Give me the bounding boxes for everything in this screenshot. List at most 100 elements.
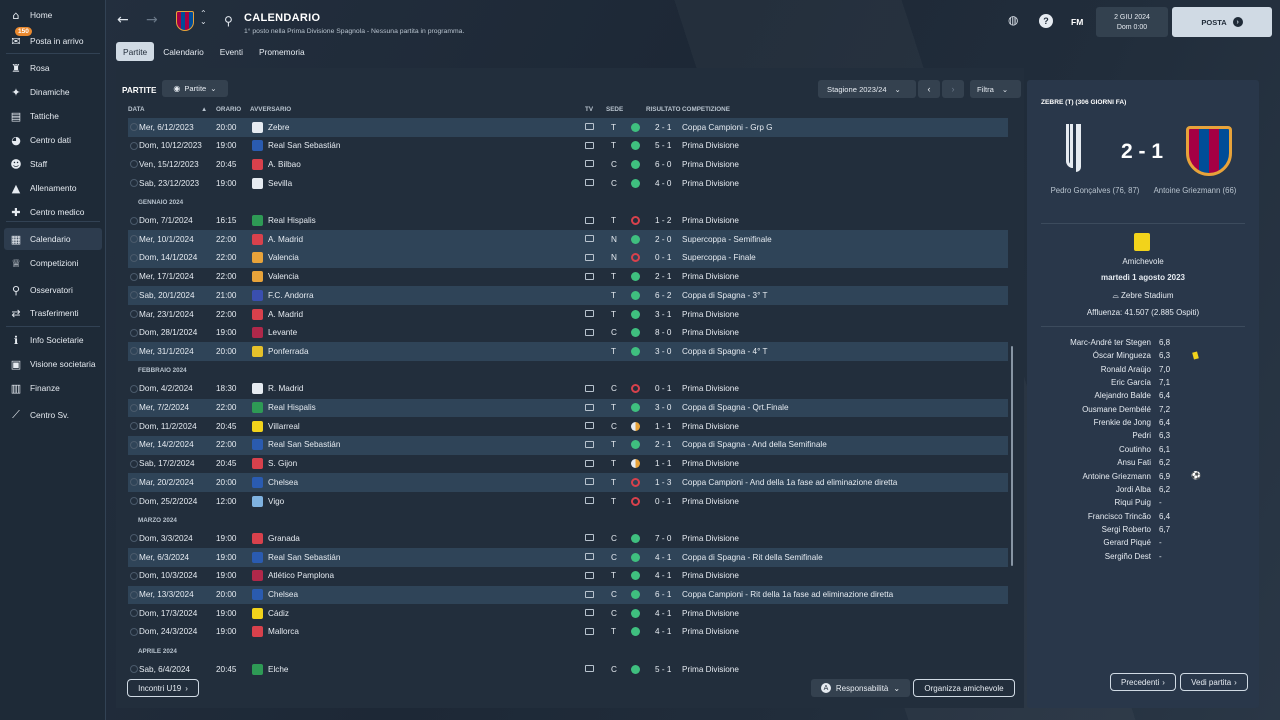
fixture-row[interactable]: Dom, 10/12/2023 19:00 Real San Sebastián T 5… [128,137,1008,156]
player-rating-row[interactable]: Eric García 7,1 [1041,378,1245,391]
select-checkbox[interactable] [130,160,138,169]
fixture-row[interactable]: Dom, 10/3/2024 19:00 Atlético Pamplona T 4 -… [128,567,1008,586]
opponent-name[interactable]: Granada [268,534,300,543]
select-checkbox[interactable] [130,478,138,487]
globe-icon[interactable]: ◍ [1008,13,1018,27]
col-opponent[interactable]: AVVERSARIO [250,106,291,113]
player-rating-row[interactable]: Francisco Trincão 6,4 [1041,512,1245,525]
fixture-row[interactable]: Dom, 25/2/2024 12:00 Vigo T 0 - 1 Prima Divis… [128,492,1008,511]
fixture-row[interactable]: Mer, 10/1/2024 22:00 A. Madrid N 2 - 0 Superc… [128,230,1008,249]
sidebar-item-osservatori[interactable]: ⚲ Osservatori [4,279,102,301]
opponent-name[interactable]: Real San Sebastián [268,440,340,449]
player-rating-row[interactable]: Ansu Fati 6,2 [1041,458,1245,471]
tab-partite[interactable]: Partite [116,42,155,61]
fixture-row[interactable]: Dom, 14/1/2024 22:00 Valencia N 0 - 1 Superco… [128,248,1008,268]
select-checkbox[interactable] [130,291,138,300]
sidebar-item-home[interactable]: ⌂ Home [4,4,102,26]
col-venue[interactable]: SEDE [606,106,623,113]
fixture-row[interactable]: Sab, 6/4/2024 20:45 Elche C 5 - 1 Prima Divis… [128,660,1008,678]
select-checkbox[interactable] [130,497,138,505]
col-result[interactable]: RISULTATO [646,106,681,113]
opponent-name[interactable]: Chelsea [268,590,298,599]
opponent-name[interactable]: Ponferrada [268,347,309,356]
fixture-row[interactable]: Mer, 31/1/2024 20:00 Ponferrada T 3 - 0 Coppa… [128,342,1008,362]
opponent-name[interactable]: Cádiz [268,609,289,618]
player-rating-row[interactable]: Frenkie de Jong 6,4 [1041,418,1245,431]
tab-calendario[interactable]: Calendario [156,42,211,61]
fixture-row[interactable]: Mar, 23/1/2024 22:00 A. Madrid T 3 - 1 Prima … [128,305,1008,324]
opponent-name[interactable]: Villarreal [268,422,300,431]
opponent-name[interactable]: A. Madrid [268,235,303,244]
select-checkbox[interactable] [130,253,138,262]
select-checkbox[interactable] [130,609,138,618]
previous-meetings-button[interactable]: Precedenti › [1110,673,1176,691]
responsibility-dropdown[interactable]: A Responsabilità ⌄ [811,679,910,697]
select-checkbox[interactable] [130,235,138,244]
fixture-row[interactable]: Dom, 4/2/2024 18:30 R. Madrid C 0 - 1 Prima D… [128,380,1008,399]
search-icon[interactable]: ⚲ [224,14,233,28]
fixture-row[interactable]: Dom, 17/3/2024 19:00 Cádiz C 4 - 1 Prima Divi… [128,604,1008,623]
player-rating-row[interactable]: Ousmane Dembélé 7,2 [1041,405,1245,418]
tab-promemoria[interactable]: Promemoria [252,42,312,61]
fixture-row[interactable]: Mer, 7/2/2024 22:00 Real Hispalis T 3 - 0 Cop… [128,398,1008,418]
opponent-name[interactable]: F.C. Andorra [268,291,314,300]
fixture-row[interactable]: Mar, 20/2/2024 20:00 Chelsea T 1 - 3 Coppa Ca… [128,473,1008,492]
fixture-row[interactable]: Mer, 17/1/2024 22:00 Valencia T 2 - 1 Prima D… [128,268,1008,287]
col-date[interactable]: DATA [128,106,145,113]
fixture-row[interactable]: Dom, 28/1/2024 19:00 Levante C 8 - 0 Prima Di… [128,324,1008,343]
opponent-name[interactable]: A. Bilbao [268,160,301,169]
col-competition[interactable]: COMPETIZIONE [682,106,730,113]
player-rating-row[interactable]: Riqui Puig - [1041,498,1245,511]
club-switch-chevron-icon[interactable]: ⌃ ⌄ [200,10,207,26]
opponent-name[interactable]: Levante [268,328,297,337]
fm-logo[interactable]: FM [1071,17,1083,27]
select-checkbox[interactable] [130,272,138,281]
sidebar-item-tattiche[interactable]: ▤ Tattiche [4,105,102,127]
select-checkbox[interactable] [130,310,138,318]
select-checkbox[interactable] [130,627,138,636]
season-dropdown[interactable]: Stagione 2023/24 ⌄ [818,80,916,98]
fixture-row[interactable]: Dom, 11/2/2024 20:45 Villarreal C 1 - 1 Prima… [128,417,1008,436]
player-rating-row[interactable]: Óscar Mingueza 6,3 [1041,351,1245,364]
select-checkbox[interactable] [130,534,138,543]
sidebar-item-competizioni[interactable]: ♕ Competizioni [4,252,102,274]
opponent-name[interactable]: S. Gijon [268,459,297,468]
fixture-row[interactable]: Mer, 6/3/2024 19:00 Real San Sebastián C 4 -… [128,548,1008,567]
select-checkbox[interactable] [130,384,138,393]
sidebar-item-centro-sv[interactable]: ⟋ Centro Sv. [4,404,102,426]
opponent-name[interactable]: A. Madrid [268,310,303,319]
sidebar-item-finanze[interactable]: ▥ Finanze [4,377,102,399]
fixture-row[interactable]: Dom, 7/1/2024 16:15 Real Hispalis T 1 - 2 Pri… [128,212,1008,231]
sidebar-item-calendario[interactable]: ▦ Calendario [4,228,102,250]
sidebar-item-rosa[interactable]: ♜ Rosa [4,57,102,79]
prev-season-button[interactable]: ‹ [918,80,940,98]
select-checkbox[interactable] [130,571,138,580]
col-time[interactable]: ORARIO [216,106,241,113]
player-rating-row[interactable]: Marc-André ter Stegen 6,8 [1041,338,1245,351]
fixture-row[interactable]: Mer, 13/3/2024 20:00 Chelsea C 6 - 1 Coppa Ca… [128,585,1008,605]
opponent-name[interactable]: Elche [268,665,288,674]
sidebar-item-allenamento[interactable]: ▲ Allenamento [4,177,102,199]
opponent-name[interactable]: R. Madrid [268,384,304,393]
select-checkbox[interactable] [130,665,138,674]
view-dropdown[interactable]: ◉ Partite ⌄ [162,80,228,97]
fixture-row[interactable]: Sab, 17/2/2024 20:45 S. Gijon T 1 - 1 Prima D… [128,455,1008,474]
back-arrow-icon[interactable]: ← [117,12,129,28]
scrollbar[interactable] [1011,346,1013,566]
select-checkbox[interactable] [130,553,138,562]
fixture-row[interactable]: Mer, 6/12/2023 20:00 Zebre T 2 - 1 Coppa Camp… [128,118,1008,137]
opponent-name[interactable]: Real Hispalis [268,403,316,412]
sidebar-item-trasferimenti[interactable]: ⇄ Trasferimenti [4,302,102,324]
tab-eventi[interactable]: Eventi [213,42,250,61]
opponent-name[interactable]: Chelsea [268,478,298,487]
fixture-row[interactable]: Sab, 23/12/2023 19:00 Sevilla C 4 - 0 Prima D… [128,174,1008,193]
opponent-name[interactable]: Real San Sebastián [268,553,340,562]
help-icon[interactable]: ? [1039,14,1053,28]
select-checkbox[interactable] [130,459,138,468]
opponent-name[interactable]: Atlético Pamplona [268,571,334,580]
player-rating-row[interactable]: Ronald Araújo 7,0 [1041,365,1245,378]
next-season-button[interactable]: › [942,80,964,98]
u19-fixtures-button[interactable]: Incontri U19 › [127,679,199,697]
continue-button[interactable]: POSTA › [1172,7,1272,37]
fixture-row[interactable]: Mer, 14/2/2024 22:00 Real San Sebastián T 2 … [128,435,1008,455]
